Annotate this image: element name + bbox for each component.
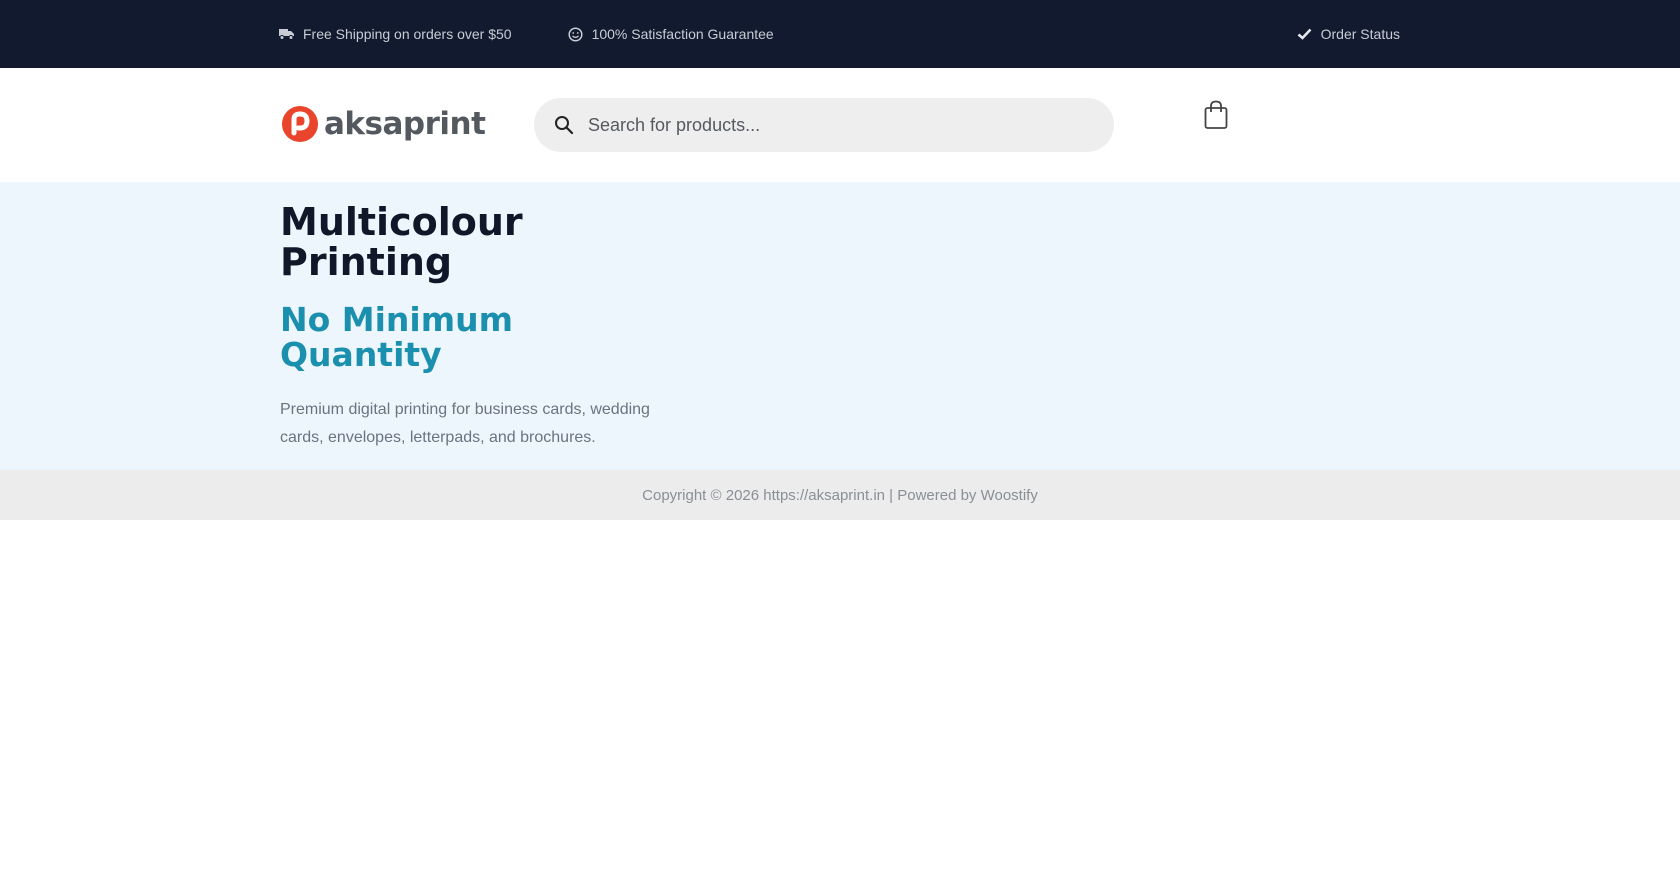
truck-icon [279,29,294,40]
guarantee-text: 100% Satisfaction Guarantee [591,26,774,42]
order-status-link[interactable]: Order Status [1297,26,1400,42]
copyright-text: Copyright © 2026 https://aksaprint.in | … [642,486,1038,504]
smile-icon [568,26,583,42]
search-input[interactable] [588,114,1048,136]
shipping-text: Free Shipping on orders over $50 [303,26,512,42]
aksaprint-logo-mark [282,106,318,142]
shipping-notice: Free Shipping on orders over $50 [279,26,512,42]
product-search [534,98,1114,152]
site-logo[interactable]: aksaprint [280,104,486,144]
hero-description: Premium digital printing for business ca… [280,401,650,446]
hero-title: Multicolour Printing [280,200,523,284]
order-status-label: Order Status [1320,26,1400,42]
top-bar: Free Shipping on orders over $50 100% Sa… [0,0,1680,68]
cart-button[interactable] [1204,100,1228,135]
shopping-bag-icon [1204,100,1228,129]
check-icon [1297,28,1312,40]
search-icon[interactable] [554,115,574,135]
hero-subtitle: No Minimum Quantity [280,300,513,374]
hero-section: Multicolour Printing No Minimum Quantity… [0,182,1680,470]
site-footer: Copyright © 2026 https://aksaprint.in | … [0,470,1680,520]
guarantee-notice: 100% Satisfaction Guarantee [568,26,774,42]
logo-wordmark: aksaprint [324,106,486,142]
